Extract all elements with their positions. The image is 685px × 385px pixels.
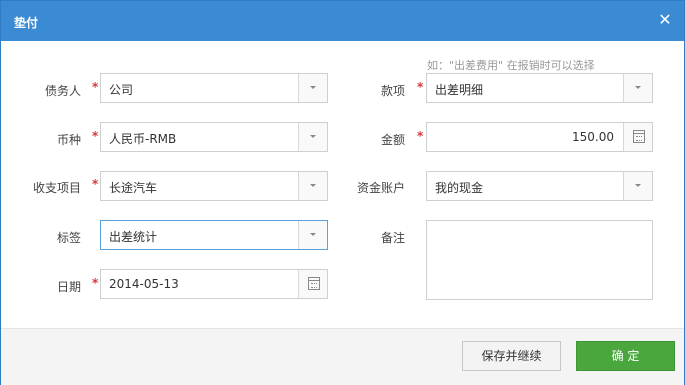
item-value: 出差明细 bbox=[435, 83, 484, 97]
required-mark: * bbox=[92, 276, 99, 290]
chevron-down-icon bbox=[310, 135, 316, 138]
calendar-icon bbox=[308, 277, 320, 290]
calculator-icon bbox=[633, 130, 645, 143]
chevron-down-icon bbox=[310, 86, 316, 89]
debtor-dropdown-button[interactable] bbox=[298, 74, 327, 102]
currency-dropdown-button[interactable] bbox=[298, 123, 327, 151]
account-value: 我的现金 bbox=[435, 181, 484, 195]
chevron-down-icon bbox=[635, 86, 641, 89]
currency-label: 币种 bbox=[56, 133, 81, 147]
required-mark: * bbox=[417, 80, 424, 94]
date-input[interactable]: 2014-05-13 bbox=[100, 269, 328, 299]
account-label: 资金账户 bbox=[356, 181, 405, 195]
required-mark: * bbox=[92, 129, 99, 143]
amount-label: 金额 bbox=[380, 133, 405, 147]
close-icon[interactable]: ✕ bbox=[655, 10, 675, 30]
category-label: 收支项目 bbox=[32, 181, 81, 195]
chevron-down-icon bbox=[310, 184, 316, 187]
chevron-down-icon bbox=[635, 184, 641, 187]
required-mark: * bbox=[417, 129, 424, 143]
hint-text: 如："出差费用" 在报销时可以选择 bbox=[427, 59, 595, 72]
confirm-button[interactable]: 确 定 bbox=[576, 341, 675, 371]
save-continue-button[interactable]: 保存并继续 bbox=[462, 341, 561, 371]
tag-label: 标签 bbox=[56, 231, 81, 245]
amount-input[interactable]: 150.00 bbox=[426, 122, 653, 152]
debtor-label: 债务人 bbox=[44, 84, 81, 98]
required-mark: * bbox=[92, 177, 99, 191]
tag-input[interactable]: 出差统计 bbox=[100, 220, 328, 250]
dialog-title: 垫付 bbox=[14, 16, 39, 30]
date-label: 日期 bbox=[56, 280, 81, 294]
category-value: 长途汽车 bbox=[109, 181, 158, 195]
account-select[interactable]: 我的现金 bbox=[426, 171, 653, 201]
note-textarea[interactable] bbox=[426, 220, 653, 300]
date-value: 2014-05-13 bbox=[109, 277, 179, 291]
chevron-down-icon bbox=[310, 233, 316, 236]
required-mark: * bbox=[92, 80, 99, 94]
currency-select[interactable]: 人民币-RMB bbox=[100, 122, 328, 152]
amount-value: 150.00 bbox=[572, 130, 614, 144]
debtor-value: 公司 bbox=[109, 83, 134, 97]
note-label: 备注 bbox=[380, 231, 405, 245]
debtor-select[interactable]: 公司 bbox=[100, 73, 328, 103]
title-bar: 垫付 ✕ bbox=[1, 1, 684, 41]
date-picker-button[interactable] bbox=[298, 270, 327, 298]
category-dropdown-button[interactable] bbox=[298, 172, 327, 200]
category-select[interactable]: 长途汽车 bbox=[100, 171, 328, 201]
dialog-window: 垫付 ✕ 如："出差费用" 在报销时可以选择 债务人 * 公司 币种 * 人民币… bbox=[0, 0, 685, 385]
account-dropdown-button[interactable] bbox=[623, 172, 652, 200]
calculator-button[interactable] bbox=[623, 123, 652, 151]
tag-dropdown-button[interactable] bbox=[298, 221, 327, 249]
item-dropdown-button[interactable] bbox=[623, 74, 652, 102]
item-label: 款项 bbox=[380, 84, 405, 98]
item-select[interactable]: 出差明细 bbox=[426, 73, 653, 103]
tag-value: 出差统计 bbox=[109, 230, 158, 244]
currency-value: 人民币-RMB bbox=[109, 132, 177, 146]
